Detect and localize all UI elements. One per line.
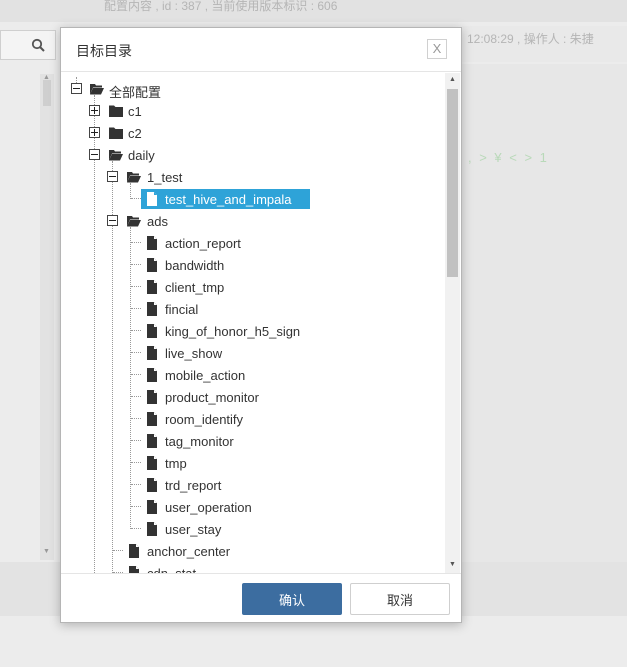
file-icon (147, 434, 157, 448)
file-icon (147, 236, 157, 250)
tree-label: user_stay (165, 522, 222, 537)
tree-label: test_hive_and_impala (165, 192, 292, 207)
tree-node-tag-monitor[interactable]: tag_monitor (62, 431, 322, 451)
tree-label: 全部配置 (109, 85, 162, 100)
tree-node-live-show[interactable]: live_show (62, 343, 322, 363)
tree-label: king_of_honor_h5_sign (165, 324, 301, 339)
tree-node-user-operation[interactable]: user_operation (62, 497, 322, 517)
file-icon (147, 412, 157, 426)
folder-open-icon (127, 172, 141, 183)
tree-node-action-report[interactable]: action_report (62, 233, 322, 253)
scroll-thumb[interactable] (447, 89, 458, 277)
tree-node-mobile-action[interactable]: mobile_action (62, 365, 322, 385)
tree-label: tag_monitor (165, 434, 234, 449)
target-directory-dialog: 目标目录 X 全部配置 c1 c2 daily 1_test test_hive… (60, 27, 462, 623)
tree-label: tmp (165, 456, 187, 471)
tree-label: c1 (128, 104, 142, 119)
collapse-toggle-icon[interactable] (107, 171, 118, 182)
bg-right-header: 12:08:29 , 操作人 : 朱捷 (462, 26, 627, 62)
file-icon (147, 522, 157, 536)
tree-label: product_monitor (165, 390, 259, 405)
file-icon (147, 500, 157, 514)
file-icon (147, 258, 157, 272)
tree-label: client_tmp (165, 280, 225, 295)
folder-icon (109, 127, 123, 139)
tree-node-trd-report[interactable]: trd_report (62, 475, 322, 495)
folder-open-icon (90, 84, 104, 95)
close-button[interactable]: X (427, 39, 447, 59)
expand-toggle-icon[interactable] (89, 105, 100, 116)
tree-label: c2 (128, 126, 142, 141)
bg-search-button[interactable] (20, 30, 56, 60)
bg-right-header-text: 12:08:29 , 操作人 : 朱捷 (467, 32, 594, 46)
collapse-toggle-icon[interactable] (71, 83, 82, 94)
folder-icon (109, 105, 123, 117)
tree-label: cdn_stat (147, 566, 196, 573)
tree-node-ads[interactable]: ads (62, 211, 262, 231)
folder-open-icon (109, 150, 123, 161)
tree-label: daily (128, 148, 155, 163)
tree-node-test-hive-and-impala[interactable]: test_hive_and_impala (62, 189, 322, 209)
scroll-up-icon[interactable]: ▲ (449, 76, 456, 83)
search-icon (31, 38, 45, 52)
tree-label: bandwidth (165, 258, 225, 273)
tree-node-c2[interactable]: c2 (62, 123, 262, 143)
tree-label: trd_report (165, 478, 222, 493)
tree-node-user-stay[interactable]: user_stay (62, 519, 322, 539)
bg-scrollbar[interactable]: ▲ ▼ (40, 74, 54, 560)
file-icon (147, 280, 157, 294)
tree-label: anchor_center (147, 544, 231, 559)
tree-scrollbar[interactable]: ▲ ▼ (445, 73, 460, 573)
tree-node-cdn-stat[interactable]: cdn_stat (62, 563, 262, 573)
tree-label: mobile_action (165, 368, 246, 383)
collapse-toggle-icon[interactable] (89, 149, 100, 160)
bg-info-bar: 配置内容 , id : 387 , 当前使用版本标识 : 606 (0, 0, 627, 22)
tree-node-room-identify[interactable]: room_identify (62, 409, 322, 429)
file-icon (147, 192, 157, 206)
file-icon (147, 390, 157, 404)
tree-node-bandwidth[interactable]: bandwidth (62, 255, 322, 275)
bg-right-panel (462, 64, 627, 564)
tree-node-daily[interactable]: daily (62, 145, 262, 165)
tree-label: live_show (165, 346, 223, 361)
tree-label: room_identify (165, 412, 244, 427)
dialog-footer: 确认 取消 (61, 573, 461, 622)
folder-open-icon (127, 216, 141, 227)
tree-node-client-tmp[interactable]: client_tmp (62, 277, 322, 297)
collapse-toggle-icon[interactable] (107, 215, 118, 226)
file-icon (129, 566, 139, 573)
file-icon (147, 478, 157, 492)
expand-toggle-icon[interactable] (89, 127, 100, 138)
tree-label: fincial (165, 302, 199, 317)
tree-node-anchor-center[interactable]: anchor_center (62, 541, 262, 561)
tree-label: ads (147, 214, 168, 229)
tree-node-c1[interactable]: c1 (62, 101, 262, 121)
tree-node-product-monitor[interactable]: product_monitor (62, 387, 322, 407)
tree-node-tmp[interactable]: tmp (62, 453, 322, 473)
file-icon (147, 302, 157, 316)
tree-node-root[interactable]: 全部配置 (62, 79, 262, 100)
cancel-button[interactable]: 取消 (350, 583, 450, 615)
tree-label: 1_test (147, 170, 183, 185)
tree-label: user_operation (165, 500, 252, 515)
dialog-header: 目标目录 X (61, 28, 461, 72)
file-icon (147, 368, 157, 382)
scroll-down-icon[interactable]: ▼ (449, 561, 456, 568)
file-icon (147, 456, 157, 470)
bg-scroll-down-icon[interactable]: ▼ (43, 548, 50, 555)
tree-node-king-of-honor-h5-sign[interactable]: king_of_honor_h5_sign (62, 321, 322, 341)
tree-node-1-test[interactable]: 1_test (62, 167, 262, 187)
dialog-title: 目标目录 (76, 43, 132, 59)
directory-tree: 全部配置 c1 c2 daily 1_test test_hive_and_im… (62, 73, 460, 573)
confirm-button[interactable]: 确认 (242, 583, 342, 615)
tree-label: action_report (165, 236, 241, 251)
file-icon (129, 544, 139, 558)
file-icon (147, 346, 157, 360)
bg-code-text: , > ¥ < > 1 (468, 150, 549, 165)
tree-node-fincial[interactable]: fincial (62, 299, 322, 319)
bg-info-text: 配置内容 , id : 387 , 当前使用版本标识 : 606 (104, 0, 338, 13)
bg-scroll-thumb[interactable] (43, 80, 51, 106)
file-icon (147, 324, 157, 338)
